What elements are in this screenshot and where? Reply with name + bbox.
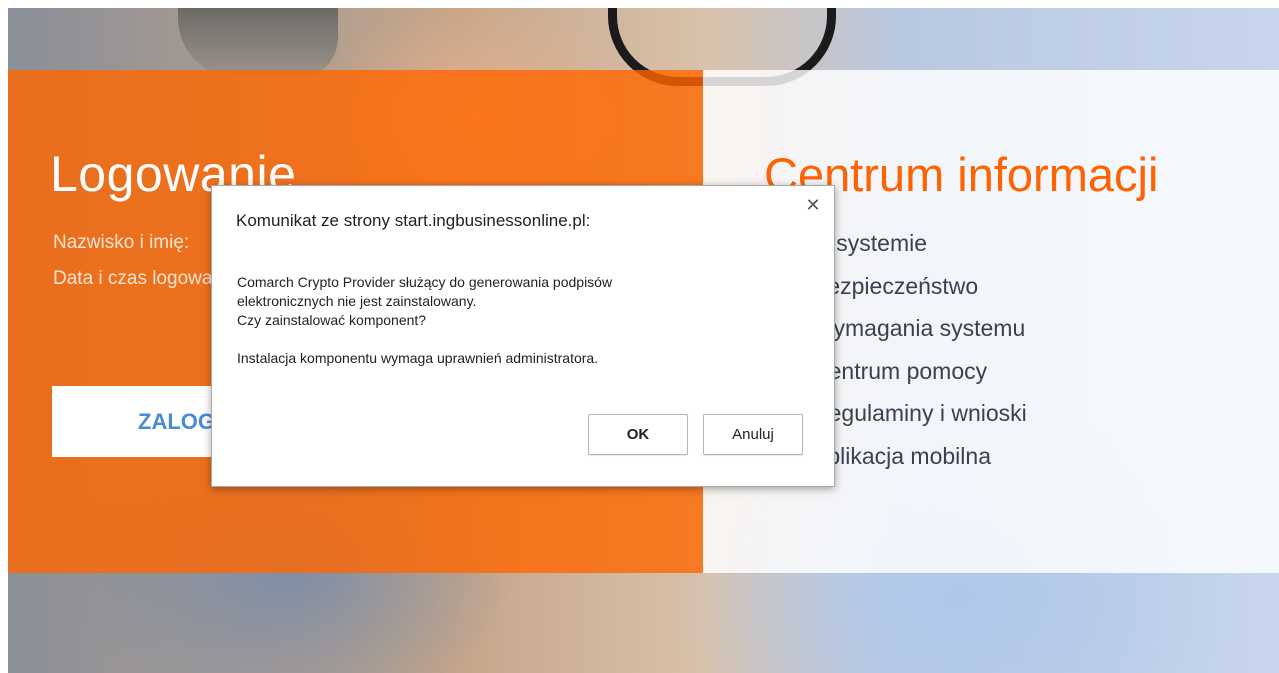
info-link-security[interactable]: Bezpieczeństwo: [812, 271, 1027, 314]
dialog-message: Comarch Crypto Provider służący do gener…: [237, 273, 612, 368]
dialog-note: Instalacja komponentu wymaga uprawnień a…: [237, 350, 599, 366]
ok-button[interactable]: OK: [588, 414, 688, 455]
dialog-message-line: Czy zainstalować komponent?: [237, 312, 427, 328]
dialog-message-line: elektronicznych nie jest zainstalowany.: [237, 293, 477, 309]
info-link-requirements[interactable]: Wymagania systemu: [812, 313, 1027, 356]
photo-hair: [178, 8, 338, 78]
info-links: O systemie Bezpieczeństwo Wymagania syst…: [812, 228, 1027, 483]
user-name-label: Nazwisko i imię:: [53, 232, 190, 253]
info-link-system[interactable]: O systemie: [812, 228, 1027, 271]
info-link-mobile-app[interactable]: Aplikacja mobilna: [812, 441, 1027, 484]
dialog-message-line: Comarch Crypto Provider służący do gener…: [237, 274, 613, 290]
close-icon[interactable]: ✕: [804, 196, 822, 214]
cancel-button[interactable]: Anuluj: [703, 414, 803, 455]
dialog-title: Komunikat ze strony start.ingbusinessonl…: [236, 211, 591, 230]
info-link-help[interactable]: Centrum pomocy: [812, 356, 1027, 399]
alert-dialog: Komunikat ze strony start.ingbusinessonl…: [211, 185, 835, 487]
info-link-regulations[interactable]: Regulaminy i wnioski: [812, 398, 1027, 441]
